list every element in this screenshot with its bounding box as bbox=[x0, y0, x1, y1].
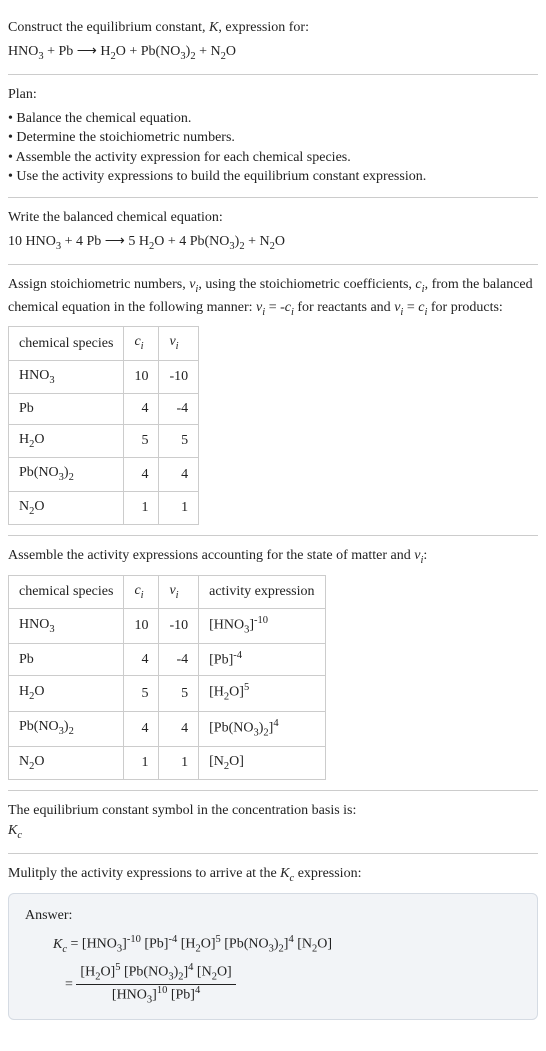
activity-heading: Assemble the activity expressions accoun… bbox=[8, 546, 538, 568]
stoich-heading: Assign stoichiometric numbers, νi, using… bbox=[8, 275, 538, 320]
col-c: ci bbox=[124, 575, 159, 608]
symbol-section: The equilibrium constant symbol in the c… bbox=[8, 791, 538, 854]
table-row: Pb(NO3)244 bbox=[9, 458, 199, 491]
col-expr: activity expression bbox=[199, 575, 325, 608]
plan-list: Balance the chemical equation. Determine… bbox=[8, 109, 538, 187]
table-row: Pb(NO3)244[Pb(NO3)2]4 bbox=[9, 711, 326, 746]
cell-species: H2O bbox=[9, 424, 124, 457]
plan-item: Use the activity expressions to build th… bbox=[8, 167, 538, 187]
plan-section: Plan: Balance the chemical equation. Det… bbox=[8, 75, 538, 198]
cell-species: H2O bbox=[9, 676, 124, 711]
table-row: H2O55 bbox=[9, 424, 199, 457]
cell-c: 5 bbox=[124, 676, 159, 711]
cell-v: -10 bbox=[159, 360, 199, 393]
cell-v: -10 bbox=[159, 609, 199, 644]
balanced-equation: 10 HNO3 + 4 Pb ⟶ 5 H2O + 4 Pb(NO3)2 + N2… bbox=[8, 232, 538, 254]
answer-label: Answer: bbox=[25, 906, 521, 926]
table-row: N2O11[N2O] bbox=[9, 746, 326, 779]
col-species: chemical species bbox=[9, 327, 124, 360]
prompt-equation: HNO3 + Pb ⟶ H2O + Pb(NO3)2 + N2O bbox=[8, 42, 538, 64]
fraction: [H2O]5 [Pb(NO3)2]4 [N2O] [HNO3]10 [Pb]4 bbox=[76, 962, 235, 1007]
cell-v: 1 bbox=[159, 491, 199, 524]
cell-species: N2O bbox=[9, 746, 124, 779]
cell-v: 5 bbox=[159, 676, 199, 711]
fraction-numerator: [H2O]5 [Pb(NO3)2]4 [N2O] bbox=[76, 962, 235, 985]
cell-species: HNO3 bbox=[9, 609, 124, 644]
table-row: HNO310-10[HNO3]-10 bbox=[9, 609, 326, 644]
plan-item: Determine the stoichiometric numbers. bbox=[8, 128, 538, 148]
cell-expr: [N2O] bbox=[199, 746, 325, 779]
cell-c: 1 bbox=[124, 491, 159, 524]
cell-c: 4 bbox=[124, 644, 159, 676]
table-row: N2O11 bbox=[9, 491, 199, 524]
answer-line1: Kc = [HNO3]-10 [Pb]-4 [H2O]5 [Pb(NO3)2]4… bbox=[53, 933, 521, 957]
cell-c: 5 bbox=[124, 424, 159, 457]
cell-species: N2O bbox=[9, 491, 124, 524]
table-row: Pb4-4[Pb]-4 bbox=[9, 644, 326, 676]
answer-line2: = [H2O]5 [Pb(NO3)2]4 [N2O] [HNO3]10 [Pb]… bbox=[65, 962, 521, 1007]
cell-species: HNO3 bbox=[9, 360, 124, 393]
stoich-section: Assign stoichiometric numbers, νi, using… bbox=[8, 265, 538, 536]
balanced-heading: Write the balanced chemical equation: bbox=[8, 208, 538, 228]
col-species: chemical species bbox=[9, 575, 124, 608]
cell-c: 10 bbox=[124, 609, 159, 644]
answer-box: Answer: Kc = [HNO3]-10 [Pb]-4 [H2O]5 [Pb… bbox=[8, 893, 538, 1020]
symbol-value: Kc bbox=[8, 821, 538, 843]
cell-expr: [Pb(NO3)2]4 bbox=[199, 711, 325, 746]
cell-species: Pb bbox=[9, 644, 124, 676]
cell-c: 10 bbox=[124, 360, 159, 393]
col-v: νi bbox=[159, 575, 199, 608]
cell-species: Pb bbox=[9, 394, 124, 425]
cell-v: 4 bbox=[159, 711, 199, 746]
table-header-row: chemical species ci νi activity expressi… bbox=[9, 575, 326, 608]
cell-species: Pb(NO3)2 bbox=[9, 711, 124, 746]
cell-species: Pb(NO3)2 bbox=[9, 458, 124, 491]
cell-v: 1 bbox=[159, 746, 199, 779]
cell-expr: [Pb]-4 bbox=[199, 644, 325, 676]
fraction-denominator: [HNO3]10 [Pb]4 bbox=[76, 985, 235, 1007]
col-v: νi bbox=[159, 327, 199, 360]
plan-item: Balance the chemical equation. bbox=[8, 109, 538, 129]
col-c: ci bbox=[124, 327, 159, 360]
table-row: HNO310-10 bbox=[9, 360, 199, 393]
prompt-section: Construct the equilibrium constant, K, e… bbox=[8, 8, 538, 75]
cell-v: 4 bbox=[159, 458, 199, 491]
cell-expr: [H2O]5 bbox=[199, 676, 325, 711]
table-row: H2O55[H2O]5 bbox=[9, 676, 326, 711]
activity-table: chemical species ci νi activity expressi… bbox=[8, 575, 326, 781]
plan-heading: Plan: bbox=[8, 85, 538, 105]
prompt-line: Construct the equilibrium constant, K, e… bbox=[8, 18, 538, 38]
activity-section: Assemble the activity expressions accoun… bbox=[8, 536, 538, 791]
cell-expr: [HNO3]-10 bbox=[199, 609, 325, 644]
cell-v: -4 bbox=[159, 644, 199, 676]
table-row: Pb4-4 bbox=[9, 394, 199, 425]
symbol-heading: The equilibrium constant symbol in the c… bbox=[8, 801, 538, 821]
cell-v: 5 bbox=[159, 424, 199, 457]
cell-c: 1 bbox=[124, 746, 159, 779]
multiply-heading: Mulitply the activity expressions to arr… bbox=[8, 864, 538, 886]
multiply-section: Mulitply the activity expressions to arr… bbox=[8, 854, 538, 1029]
cell-v: -4 bbox=[159, 394, 199, 425]
plan-item: Assemble the activity expression for eac… bbox=[8, 148, 538, 168]
cell-c: 4 bbox=[124, 711, 159, 746]
cell-c: 4 bbox=[124, 458, 159, 491]
table-header-row: chemical species ci νi bbox=[9, 327, 199, 360]
cell-c: 4 bbox=[124, 394, 159, 425]
balanced-section: Write the balanced chemical equation: 10… bbox=[8, 198, 538, 265]
stoich-table: chemical species ci νi HNO310-10 Pb4-4 H… bbox=[8, 326, 199, 525]
